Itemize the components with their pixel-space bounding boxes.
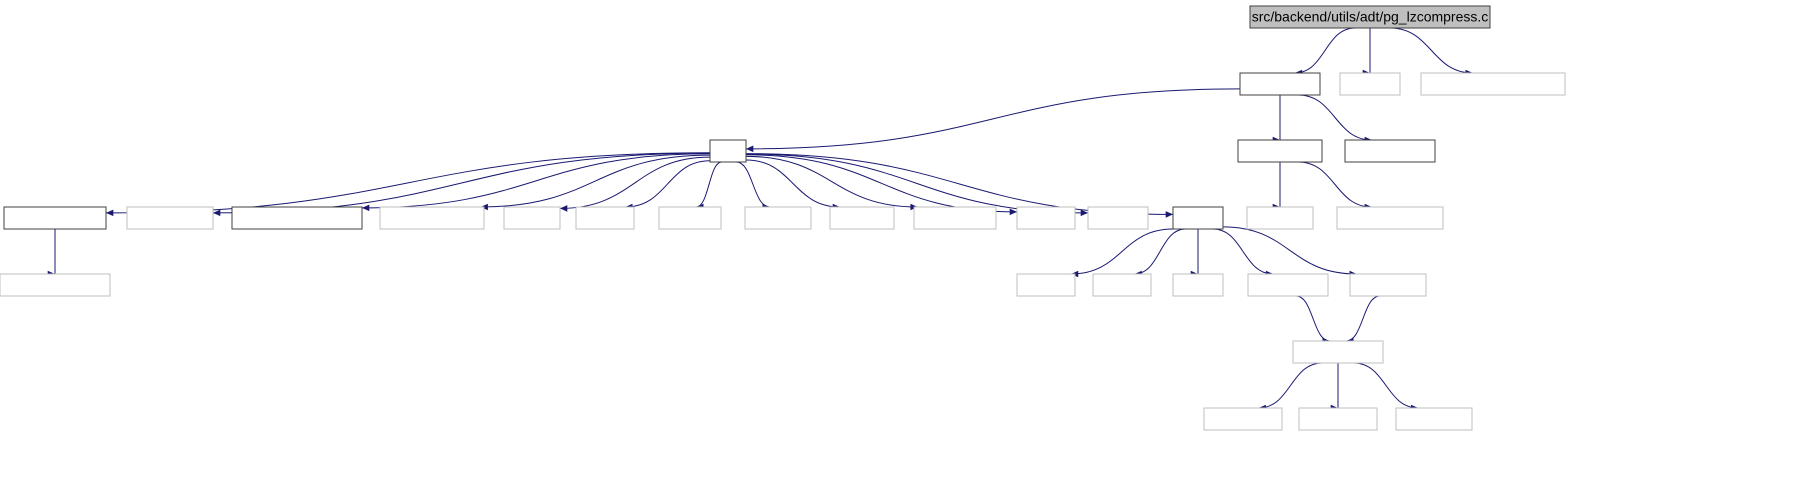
node-pg_config.h[interactable]: [127, 207, 213, 229]
node-pg_config_manual.h[interactable]: [232, 207, 362, 229]
node-setjmp.h[interactable]: [1247, 207, 1313, 229]
node-pg_config_ext.h[interactable]: [0, 274, 110, 296]
node-winsock2.h[interactable]: [1204, 408, 1282, 430]
node-pg_lzcompress.h[interactable]: [1421, 73, 1565, 95]
edge-port.h-to-ctype.h: [1071, 229, 1173, 274]
node-port.h[interactable]: [1173, 207, 1223, 229]
edge-c.h-to-pg_config_os.h: [481, 155, 710, 207]
edge-netinet_in.h-to-sys_socket.h: [1296, 296, 1330, 341]
node-errcodes.h[interactable]: [1337, 207, 1443, 229]
node-netinet_in.h[interactable]: [1248, 274, 1328, 296]
node-label: src/backend/utils/adt/pg_lzcompress.c: [1252, 9, 1489, 25]
node-netdb.h[interactable]: [1093, 274, 1151, 296]
node-sys_socket.h[interactable]: [1293, 341, 1383, 363]
node-root: src/backend/utils/adt/pg_lzcompress.c: [1250, 6, 1490, 28]
node-pwd.h[interactable]: [1173, 274, 1223, 296]
edge-postgres.h-to-palloc.h: [1298, 95, 1372, 140]
edge-port.h-to-netinet_in.h: [1213, 229, 1273, 274]
edge-sys_socket.h-to-winsock2.h: [1259, 363, 1323, 408]
node-string.h[interactable]: [659, 207, 721, 229]
edge-postgres.h-to-c.h: [746, 89, 1240, 149]
edge-c.h-to-sys_types.h: [746, 156, 918, 207]
edge-arpa_inet.h-to-sys_socket.h: [1346, 296, 1380, 341]
node-postgres.h[interactable]: [1240, 73, 1320, 95]
edge-c.h-to-stddef.h: [736, 162, 770, 207]
edge-port.h-to-netdb.h: [1134, 229, 1185, 274]
node-arpa_inet.h[interactable]: [1350, 274, 1426, 296]
edge-c.h-to-locale.h: [746, 154, 1088, 213]
edge-c.h-to-port.h: [746, 154, 1173, 215]
edge-sys_socket.h-to-windows.h: [1354, 363, 1418, 408]
node-sys_types.h[interactable]: [914, 207, 996, 229]
edge-port.h-to-arpa_inet.h: [1223, 227, 1357, 274]
node-pg_config_os.h[interactable]: [380, 207, 484, 229]
node-stdarg.h[interactable]: [830, 207, 894, 229]
include-graph: src/backend/utils/adt/pg_lzcompress.c: [0, 0, 1796, 504]
node-palloc.h[interactable]: [1345, 140, 1435, 162]
node-c.h[interactable]: [710, 140, 746, 162]
edge-root-to-postgres.h: [1295, 28, 1355, 73]
edge-root-to-pg_lzcompress.h: [1390, 28, 1473, 73]
node-stdlib.h[interactable]: [576, 207, 634, 229]
node-stddef.h[interactable]: [745, 207, 811, 229]
node-ctype.h[interactable]: [1017, 274, 1075, 296]
edge-c.h-to-stdlib.h: [625, 161, 710, 207]
node-postgres_ext.h[interactable]: [4, 207, 106, 229]
edge-elog.h-to-errcodes.h: [1298, 162, 1372, 207]
node-stdio.h[interactable]: [504, 207, 560, 229]
edge-c.h-to-postgres_ext.h: [106, 153, 710, 213]
node-errno.h[interactable]: [1017, 207, 1075, 229]
node-windows.h[interactable]: [1396, 408, 1472, 430]
node-ws2tcpip.h[interactable]: [1299, 408, 1377, 430]
node-elog.h[interactable]: [1238, 140, 1322, 162]
node-limits.h[interactable]: [1340, 73, 1400, 95]
edge-c.h-to-string.h: [696, 162, 722, 207]
node-locale.h[interactable]: [1088, 207, 1148, 229]
